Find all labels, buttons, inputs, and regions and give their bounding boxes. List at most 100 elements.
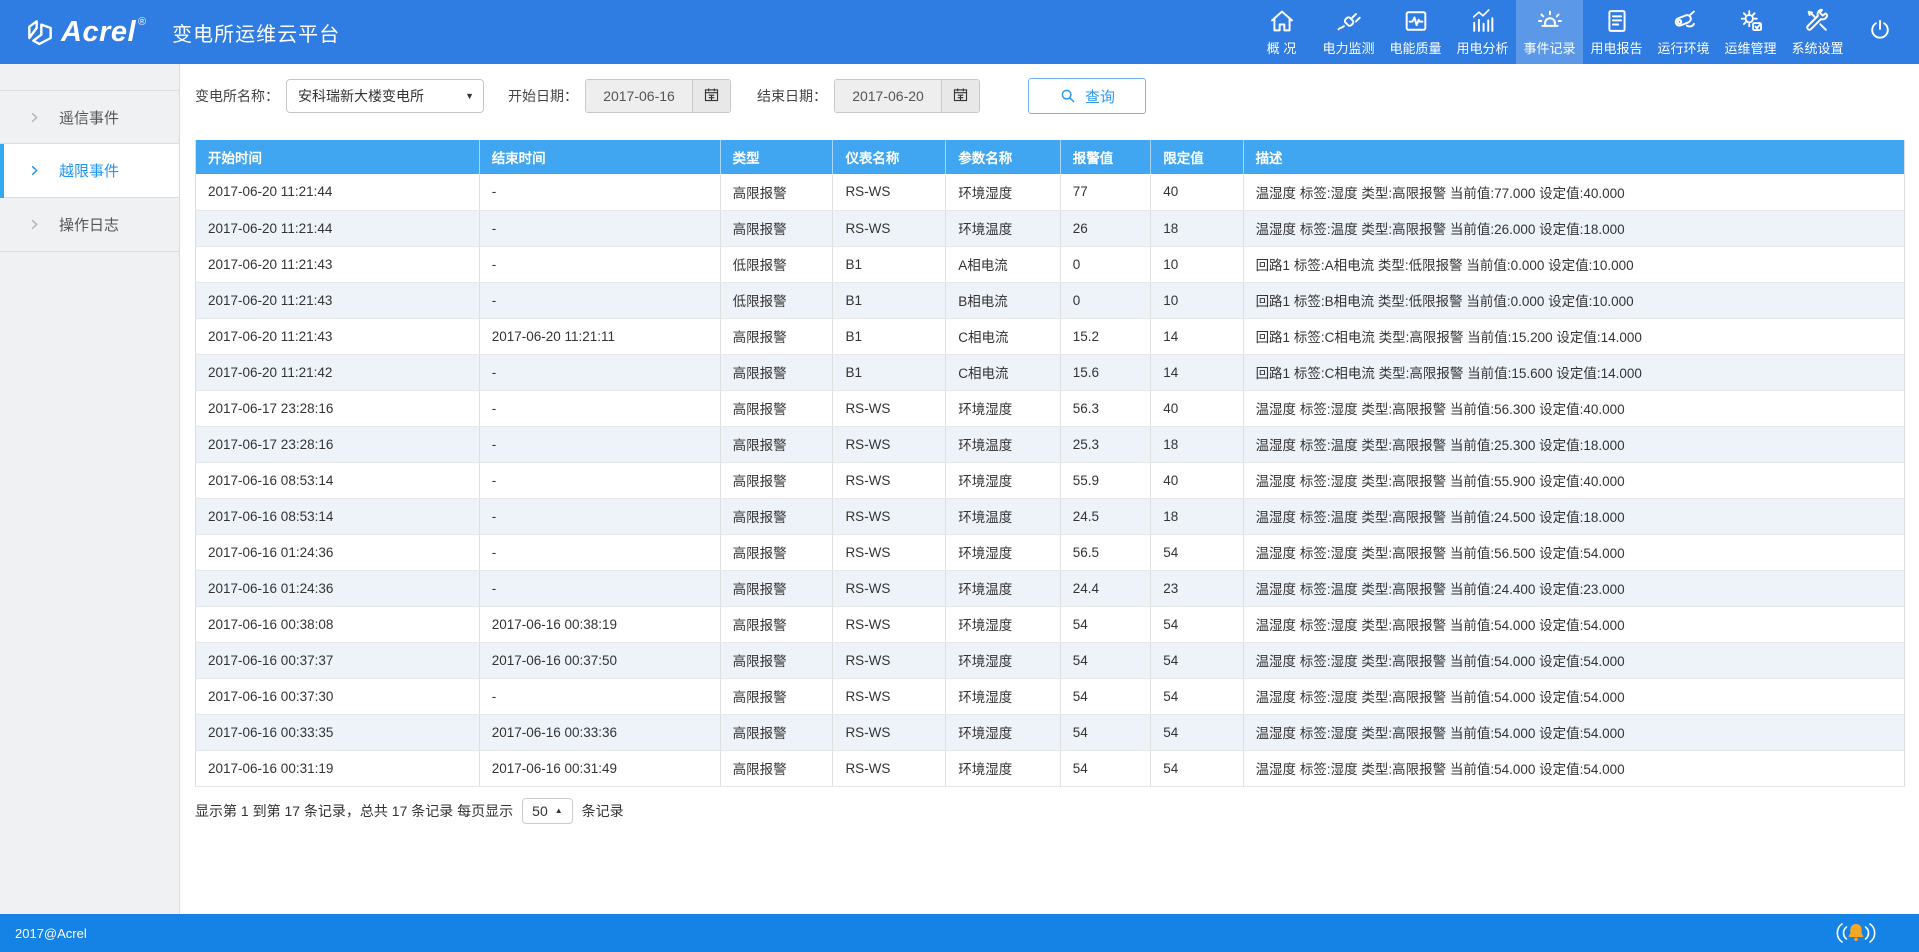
cell-limit-value: 18 <box>1151 210 1243 246</box>
nav-item-5[interactable]: 事件记录 <box>1516 0 1583 64</box>
plug-icon <box>1335 7 1363 35</box>
table-row: 2017-06-20 11:21:44-高限报警RS-WS环境温度2618温湿度… <box>196 210 1905 246</box>
events-table: 开始时间结束时间类型仪表名称参数名称报警值限定值描述 2017-06-20 11… <box>195 140 1905 787</box>
cell-description: 回路1 标签:A相电流 类型:低限报警 当前值:0.000 设定值:10.000 <box>1243 246 1904 282</box>
sidebar-item-3[interactable]: 操作日志 <box>0 198 179 252</box>
filter-bar: 变电所名称： 安科瑞新大楼变电所 ▼ 开始日期： 结束日期： <box>195 78 1905 114</box>
cell-meter-name: B1 <box>833 318 946 354</box>
search-icon <box>1059 87 1077 105</box>
table-row: 2017-06-16 00:37:372017-06-16 00:37:50高限… <box>196 642 1905 678</box>
cell-description: 温湿度 标签:湿度 类型:高限报警 当前值:54.000 设定值:54.000 <box>1243 642 1904 678</box>
cell-type: 高限报警 <box>720 534 833 570</box>
table-row: 2017-06-16 00:38:082017-06-16 00:38:19高限… <box>196 606 1905 642</box>
logout-button[interactable] <box>1851 0 1919 64</box>
start-date-calendar-button[interactable] <box>692 80 730 112</box>
cell-param-name: 环境湿度 <box>946 750 1061 786</box>
table-row: 2017-06-20 11:21:43-低限报警B1A相电流010回路1 标签:… <box>196 246 1905 282</box>
notification-bell-icon[interactable] <box>1833 919 1879 947</box>
sidebar-item-2[interactable]: 越限事件 <box>0 144 179 198</box>
cell-limit-value: 10 <box>1151 246 1243 282</box>
nav-item-6[interactable]: 用电报告 <box>1583 0 1650 64</box>
top-bar: Acrel ® 变电所运维云平台 概 况电力监测电能质量用电分析事件记录用电报告… <box>0 0 1919 64</box>
cell-limit-value: 54 <box>1151 714 1243 750</box>
cell-end-time: - <box>479 426 720 462</box>
page-size-select[interactable]: 50 ▲ <box>522 798 573 824</box>
cell-start-time: 2017-06-16 00:33:35 <box>196 714 480 750</box>
cell-limit-value: 14 <box>1151 318 1243 354</box>
cell-param-name: 环境湿度 <box>946 606 1061 642</box>
ops-icon <box>1737 7 1765 35</box>
nav-item-1[interactable]: 概 况 <box>1248 0 1315 64</box>
cell-param-name: 环境温度 <box>946 210 1061 246</box>
table-row: 2017-06-20 11:21:43-低限报警B1B相电流010回路1 标签:… <box>196 282 1905 318</box>
col-start-time: 开始时间 <box>196 140 480 174</box>
cell-description: 温湿度 标签:温度 类型:高限报警 当前值:25.300 设定值:18.000 <box>1243 426 1904 462</box>
cell-end-time: 2017-06-16 00:31:49 <box>479 750 720 786</box>
cell-alarm-value: 24.4 <box>1060 570 1151 606</box>
end-date-calendar-button[interactable] <box>941 80 979 112</box>
end-date-input[interactable] <box>835 80 941 112</box>
cell-description: 回路1 标签:C相电流 类型:高限报警 当前值:15.200 设定值:14.00… <box>1243 318 1904 354</box>
cell-alarm-value: 25.3 <box>1060 426 1151 462</box>
cell-meter-name: RS-WS <box>833 570 946 606</box>
chevron-right-icon <box>28 164 41 177</box>
cell-end-time: - <box>479 246 720 282</box>
cell-type: 高限报警 <box>720 678 833 714</box>
cell-end-time: - <box>479 534 720 570</box>
copyright-text: 2017@Acrel <box>15 926 87 941</box>
sidebar-item-1[interactable]: 遥信事件 <box>0 90 179 144</box>
top-nav-wrap: 概 况电力监测电能质量用电分析事件记录用电报告运行环境运维管理系统设置 <box>1248 0 1919 64</box>
cell-end-time: - <box>479 210 720 246</box>
nav-item-8[interactable]: 运维管理 <box>1717 0 1784 64</box>
cell-description: 温湿度 标签:湿度 类型:高限报警 当前值:56.300 设定值:40.000 <box>1243 390 1904 426</box>
cell-meter-name: RS-WS <box>833 678 946 714</box>
cell-alarm-value: 0 <box>1060 246 1151 282</box>
cell-type: 高限报警 <box>720 426 833 462</box>
cell-end-time: - <box>479 174 720 210</box>
cell-type: 低限报警 <box>720 246 833 282</box>
cell-description: 温湿度 标签:温度 类型:高限报警 当前值:24.500 设定值:18.000 <box>1243 498 1904 534</box>
nav-item-4[interactable]: 用电分析 <box>1449 0 1516 64</box>
cell-description: 温湿度 标签:湿度 类型:高限报警 当前值:56.500 设定值:54.000 <box>1243 534 1904 570</box>
cell-param-name: 环境湿度 <box>946 642 1061 678</box>
cell-param-name: 环境温度 <box>946 426 1061 462</box>
cell-start-time: 2017-06-20 11:21:43 <box>196 246 480 282</box>
alarm-icon <box>1536 7 1564 35</box>
registered-trademark: ® <box>138 16 146 28</box>
nav-item-3[interactable]: 电能质量 <box>1382 0 1449 64</box>
cell-description: 温湿度 标签:温度 类型:高限报警 当前值:26.000 设定值:18.000 <box>1243 210 1904 246</box>
cell-param-name: 环境湿度 <box>946 534 1061 570</box>
station-select[interactable]: 安科瑞新大楼变电所 ▼ <box>286 79 484 113</box>
cell-description: 温湿度 标签:湿度 类型:高限报警 当前值:54.000 设定值:54.000 <box>1243 606 1904 642</box>
cell-type: 低限报警 <box>720 282 833 318</box>
cell-start-time: 2017-06-17 23:28:16 <box>196 426 480 462</box>
cell-type: 高限报警 <box>720 210 833 246</box>
nav-item-9[interactable]: 系统设置 <box>1784 0 1851 64</box>
analysis-icon <box>1469 7 1497 35</box>
table-row: 2017-06-20 11:21:44-高限报警RS-WS环境湿度7740温湿度… <box>196 174 1905 210</box>
cell-end-time: - <box>479 390 720 426</box>
start-date-input[interactable] <box>586 80 692 112</box>
nav-item-7[interactable]: 运行环境 <box>1650 0 1717 64</box>
pagination: 显示第 1 到第 17 条记录，总共 17 条记录 每页显示 50 ▲ 条记录 <box>195 798 1905 824</box>
cell-meter-name: RS-WS <box>833 462 946 498</box>
cell-end-time: 2017-06-16 00:37:50 <box>479 642 720 678</box>
home-icon <box>1268 7 1296 35</box>
cell-description: 回路1 标签:C相电流 类型:高限报警 当前值:15.600 设定值:14.00… <box>1243 354 1904 390</box>
cell-limit-value: 40 <box>1151 462 1243 498</box>
cell-meter-name: B1 <box>833 354 946 390</box>
cell-param-name: A相电流 <box>946 246 1061 282</box>
cell-param-name: C相电流 <box>946 354 1061 390</box>
cell-param-name: B相电流 <box>946 282 1061 318</box>
query-button[interactable]: 查询 <box>1028 78 1146 114</box>
nav-item-2[interactable]: 电力监测 <box>1315 0 1382 64</box>
cell-start-time: 2017-06-20 11:21:44 <box>196 210 480 246</box>
cell-start-time: 2017-06-20 11:21:43 <box>196 282 480 318</box>
table-row: 2017-06-16 00:31:192017-06-16 00:31:49高限… <box>196 750 1905 786</box>
cell-limit-value: 54 <box>1151 534 1243 570</box>
cell-meter-name: RS-WS <box>833 426 946 462</box>
cell-type: 高限报警 <box>720 462 833 498</box>
cell-description: 温湿度 标签:湿度 类型:高限报警 当前值:54.000 设定值:54.000 <box>1243 678 1904 714</box>
table-body: 2017-06-20 11:21:44-高限报警RS-WS环境湿度7740温湿度… <box>196 174 1905 786</box>
cell-alarm-value: 54 <box>1060 750 1151 786</box>
